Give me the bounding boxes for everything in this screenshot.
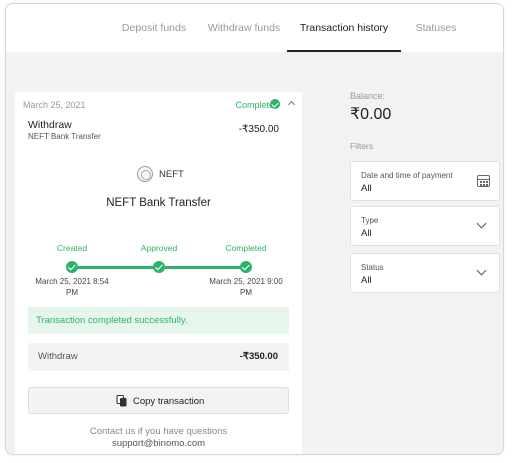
timeline-label-approved: Approved bbox=[140, 243, 178, 253]
timeline-time-created-ampm: PM bbox=[66, 288, 78, 297]
timeline-time-completed: March 25, 2021 9:00 PM bbox=[206, 276, 286, 298]
summary-label: Withdraw bbox=[38, 351, 78, 362]
transaction-amount: -₹350.00 bbox=[238, 124, 279, 135]
check-circle-icon bbox=[66, 261, 78, 273]
copy-icon bbox=[116, 395, 127, 407]
calendar-icon bbox=[477, 175, 490, 187]
summary-amount: -₹350.00 bbox=[239, 351, 278, 362]
support-email-link[interactable]: support@binomo.com bbox=[15, 438, 302, 449]
filter-value: All bbox=[361, 275, 372, 286]
transaction-method: NEFT Bank Transfer bbox=[28, 132, 101, 141]
contact-text: Contact us if you have questions bbox=[89, 426, 228, 437]
check-circle-icon bbox=[270, 99, 280, 109]
timeline-time-completed-ampm: PM bbox=[240, 288, 252, 297]
filter-value: All bbox=[361, 228, 372, 239]
tab-withdraw-funds[interactable]: Withdraw funds bbox=[194, 4, 294, 52]
balance-label: Balance: bbox=[350, 91, 386, 101]
timeline-time-created-date: March 25, 2021 8:54 bbox=[35, 277, 109, 286]
provider-logo-text: NEFT bbox=[159, 169, 184, 180]
type-filter-select[interactable]: Type All bbox=[350, 206, 500, 246]
timeline-time-created: March 25, 2021 8:54 PM bbox=[32, 276, 112, 298]
check-circle-icon bbox=[240, 261, 252, 273]
timeline-time-completed-date: March 25, 2021 9:00 bbox=[209, 277, 283, 286]
filter-label: Type bbox=[361, 216, 379, 225]
transaction-type: Withdraw bbox=[28, 119, 72, 131]
filter-value: All bbox=[361, 183, 372, 194]
tab-statuses[interactable]: Statuses bbox=[406, 4, 466, 52]
copy-transaction-button[interactable]: Copy transaction bbox=[28, 387, 289, 414]
filters-label: Filters bbox=[350, 141, 374, 151]
chevron-down-icon bbox=[476, 265, 487, 276]
transaction-card: March 25, 2021 Complete Withdraw NEFT Ba… bbox=[15, 92, 302, 454]
chevron-down-icon bbox=[476, 218, 487, 229]
chevron-up-icon[interactable] bbox=[287, 100, 296, 109]
filter-label: Date and time of payment bbox=[361, 171, 453, 180]
app-window: Deposit funds Withdraw funds Transaction… bbox=[5, 3, 504, 455]
timeline-label-created: Created bbox=[56, 243, 88, 253]
date-filter-select[interactable]: Date and time of payment All bbox=[350, 161, 500, 201]
balance-value: ₹0.00 bbox=[350, 106, 392, 123]
transaction-date: March 25, 2021 bbox=[23, 100, 86, 110]
status-filter-select[interactable]: Status All bbox=[350, 253, 500, 293]
success-message: Transaction completed successfully. bbox=[28, 307, 289, 334]
summary-row: Withdraw -₹350.00 bbox=[28, 343, 289, 371]
status-badge: Complete bbox=[235, 100, 274, 110]
tab-transaction-history[interactable]: Transaction history bbox=[287, 4, 401, 52]
tab-deposit-funds[interactable]: Deposit funds bbox=[104, 4, 204, 52]
method-title: NEFT Bank Transfer bbox=[106, 197, 211, 209]
filter-label: Status bbox=[361, 263, 384, 272]
tab-bar: Deposit funds Withdraw funds Transaction… bbox=[6, 4, 503, 52]
check-circle-icon bbox=[153, 261, 165, 273]
copy-button-label: Copy transaction bbox=[133, 396, 205, 407]
timeline-label-completed: Completed bbox=[225, 243, 267, 253]
emblem-icon bbox=[137, 166, 153, 182]
